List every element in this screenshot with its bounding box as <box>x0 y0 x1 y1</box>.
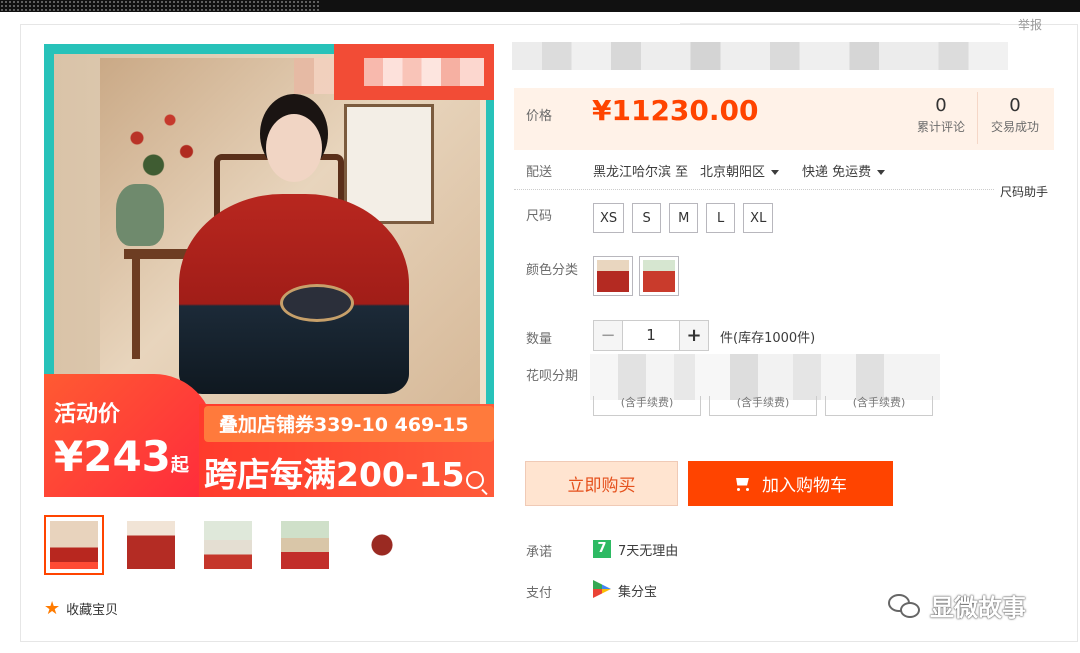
increase-button[interactable]: + <box>679 320 709 351</box>
color-options <box>593 256 679 296</box>
divider <box>977 92 978 144</box>
payment-method: 集分宝 <box>618 585 658 600</box>
product-price: ¥11230.00 <box>592 94 759 127</box>
promo-price: ¥243起 <box>54 432 189 481</box>
product-title-blurred <box>512 42 1008 70</box>
chevron-down-icon <box>877 170 886 175</box>
thumbnail[interactable] <box>121 515 181 575</box>
report-link[interactable]: 举报 <box>1018 16 1042 33</box>
size-option-l[interactable]: L <box>706 203 736 233</box>
add-to-cart-label: 加入购物车 <box>762 476 847 496</box>
promo-discount-text: 跨店每满200-15 <box>204 455 465 494</box>
review-count: 0 <box>935 95 947 116</box>
huabei-option[interactable]: (含手续费) <box>825 396 933 416</box>
review-label: 累计评论 <box>916 120 965 134</box>
promise-text[interactable]: 7天无理由 <box>618 540 678 559</box>
shipping-method-select[interactable]: 快递 免运费 <box>802 161 886 180</box>
promo-label: 活动价 <box>54 402 121 427</box>
huabei-blurred-options <box>590 354 940 400</box>
thumbnail[interactable] <box>275 515 335 575</box>
thumbnail[interactable] <box>352 515 412 575</box>
decrease-button[interactable]: − <box>593 320 623 351</box>
thumbnail[interactable] <box>198 515 258 575</box>
add-to-cart-button[interactable]: 加入购物车 <box>688 461 893 506</box>
round-fan <box>280 284 354 322</box>
huabei-option[interactable]: (含手续费) <box>709 396 817 416</box>
chevron-down-icon <box>771 170 780 175</box>
shipping-destination-select[interactable]: 北京朝阳区 <box>700 161 780 180</box>
review-stat[interactable]: 0 累计评论 <box>910 96 972 135</box>
size-option-m[interactable]: M <box>669 203 699 233</box>
promise-label: 承诺 <box>526 545 553 560</box>
main-product-image[interactable]: 活动价 ¥243起 叠加店铺券339-10 469-15 跨店每满200-15 <box>44 44 494 497</box>
huabei-option[interactable]: (含手续费) <box>593 396 701 416</box>
shipping-label: 配送 <box>526 165 553 180</box>
promo-coupon-text: 叠加店铺券339-10 469-15 <box>219 414 469 436</box>
quantity-stepper: − 1 + <box>593 320 709 351</box>
shipping-origin: 黑龙江哈尔滨 至 <box>593 165 689 180</box>
color-option[interactable] <box>639 256 679 296</box>
zoom-icon[interactable] <box>466 471 484 489</box>
color-option[interactable] <box>593 256 633 296</box>
size-option-xl[interactable]: XL <box>743 203 774 233</box>
quantity-label: 数量 <box>526 332 553 347</box>
huabei-label: 花呗分期 <box>526 369 579 384</box>
size-option-xs[interactable]: XS <box>593 203 625 233</box>
divider <box>514 189 994 190</box>
blurred-banner <box>364 58 484 86</box>
favorite-label: 收藏宝贝 <box>66 603 119 618</box>
favorite-button[interactable]: ★ 收藏宝贝 <box>44 598 118 619</box>
payment-label: 支付 <box>526 586 553 601</box>
divider <box>680 23 1000 24</box>
top-bar <box>0 0 1080 12</box>
huabei-options: (含手续费) (含手续费) (含手续费) <box>593 396 933 416</box>
thumbnail[interactable] <box>44 515 104 575</box>
watermark: 显微故事 <box>888 588 1026 623</box>
stock-info: 件(库存1000件) <box>720 331 816 346</box>
buy-now-button[interactable]: 立即购买 <box>525 461 678 506</box>
star-icon: ★ <box>44 598 61 619</box>
deal-stat[interactable]: 0 交易成功 <box>984 96 1046 135</box>
size-label: 尺码 <box>526 209 553 224</box>
seven-day-icon: 7 <box>593 540 611 558</box>
cart-icon <box>734 476 752 492</box>
price-label: 价格 <box>526 109 553 124</box>
wechat-icon <box>888 592 922 620</box>
deal-label: 交易成功 <box>990 120 1039 134</box>
deal-count: 0 <box>1009 95 1021 116</box>
thumbnail-list <box>44 515 412 575</box>
size-option-s[interactable]: S <box>632 203 662 233</box>
size-helper-link[interactable]: 尺码助手 <box>1000 183 1048 200</box>
color-label: 颜色分类 <box>526 263 579 278</box>
size-options: XS S M L XL <box>593 203 774 233</box>
quantity-input[interactable]: 1 <box>623 320 679 351</box>
vase <box>116 184 164 246</box>
